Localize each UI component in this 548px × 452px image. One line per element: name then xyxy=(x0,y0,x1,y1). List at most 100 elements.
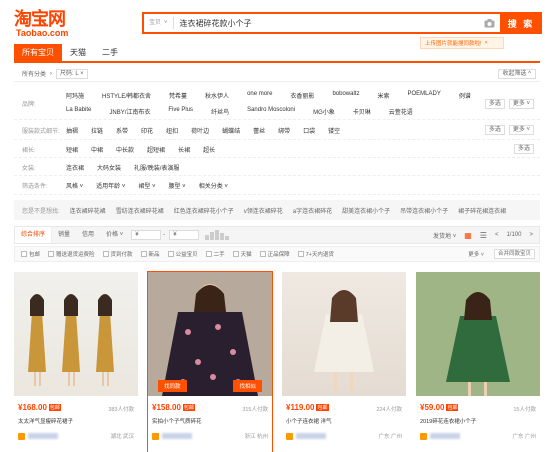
filter-option[interactable]: JNBY/江南布衣 xyxy=(109,107,150,116)
option-checkbox[interactable]: 二手 xyxy=(205,250,225,258)
filter-option[interactable]: 云萱花语 xyxy=(389,107,413,116)
filter-option[interactable]: 礼服/晚装/表演服 xyxy=(134,163,179,172)
product-image[interactable] xyxy=(282,272,406,396)
filter-option[interactable]: 超长 xyxy=(203,145,215,154)
filter-option[interactable]: 纽扣 xyxy=(166,126,178,135)
search-bar[interactable]: 宝贝 ˅ 连衣裙碎花款小个子 xyxy=(142,12,502,34)
price-from-input[interactable]: ¥ xyxy=(131,230,162,240)
filter-option[interactable]: 纤丝鸟 xyxy=(211,107,229,116)
shop-name[interactable] xyxy=(430,433,460,439)
product-title[interactable]: 小个子连衣裙 洋气 xyxy=(286,417,402,425)
filter-option[interactable]: 适用年龄 ˅ xyxy=(96,181,125,190)
taobao-logo[interactable]: 淘宝网 xyxy=(14,10,66,28)
multi-select-button[interactable]: 多选 xyxy=(484,98,505,109)
product-card[interactable]: 找同款 找相似 ¥158.00 包邮 315人付款 实拍小个子气质碎花 浙江 杭州 xyxy=(147,271,273,452)
more-button[interactable]: 更多 ˅ xyxy=(508,98,534,109)
product-image[interactable]: 找同款 找相似 xyxy=(148,272,272,396)
filter-option[interactable]: 腰型 ˅ xyxy=(169,181,186,190)
next-page-button[interactable]: > xyxy=(529,232,533,238)
sort-credit[interactable]: 信用 xyxy=(76,227,100,243)
more-button[interactable]: 更多 ˅ xyxy=(508,125,534,135)
related-search-link[interactable]: v领连衣裙碎花 xyxy=(244,206,283,215)
option-checkbox[interactable]: 新品 xyxy=(140,250,160,258)
filter-option[interactable]: 镂空 xyxy=(328,126,340,135)
filter-option[interactable]: 风格 ˅ xyxy=(66,181,83,190)
ship-from-select[interactable]: 发货地 ˅ xyxy=(433,231,456,240)
filter-option[interactable]: MG小象 xyxy=(313,107,335,116)
filter-option[interactable]: HSTYLE/韩都衣舍 xyxy=(102,91,151,100)
filter-option[interactable]: Sandro Moscoloni xyxy=(247,107,295,116)
find-same-button[interactable]: 找同款 xyxy=(158,380,187,392)
filter-option[interactable]: 系带 xyxy=(116,126,128,135)
filter-option[interactable]: 超短裙 xyxy=(147,145,165,154)
filter-option[interactable]: 长裙 xyxy=(178,145,190,154)
product-title[interactable]: 实拍小个子气质碎花 xyxy=(152,417,268,425)
filter-option[interactable]: 例谱 xyxy=(459,91,471,100)
product-title[interactable]: 太太洋气显瘦碎花裙子 xyxy=(18,417,134,425)
option-checkbox[interactable]: 正品保障 xyxy=(259,250,290,258)
filter-option[interactable]: 米索 xyxy=(377,91,389,100)
filter-option[interactable]: 抽褶 xyxy=(66,126,78,135)
product-card[interactable]: ¥59.00 包邮 15人付款 2019碎花连衣裙小个子 广东 广州 xyxy=(416,272,540,452)
list-view-icon[interactable]: ☰ xyxy=(480,231,487,240)
filter-option[interactable]: 蝴蝶结 xyxy=(222,126,240,135)
tab-secondhand[interactable]: 二手 xyxy=(94,44,126,62)
option-checkbox[interactable]: 货到付款 xyxy=(102,250,133,258)
sort-sales[interactable]: 销量 xyxy=(52,227,76,243)
product-image[interactable] xyxy=(416,272,540,396)
collapse-filters-button[interactable]: 收起筛选 ^ xyxy=(497,68,536,79)
filter-option[interactable]: 卡贝琳 xyxy=(353,107,371,116)
filter-option[interactable]: 短裙 xyxy=(66,145,78,154)
more-options-button[interactable]: 更多 ˅ xyxy=(468,250,484,258)
option-checkbox[interactable]: 天猫 xyxy=(232,250,252,258)
search-button[interactable]: 搜 索 xyxy=(500,12,542,34)
filter-option[interactable]: 蕾丝 xyxy=(253,126,265,135)
filter-option[interactable]: 秋水伊人 xyxy=(205,91,229,100)
compare-same-button[interactable]: 合并同款宝贝 xyxy=(493,249,535,259)
filter-option[interactable]: 大码女装 xyxy=(97,163,121,172)
filter-option[interactable]: La Babite xyxy=(66,107,91,116)
filter-option[interactable]: 绑带 xyxy=(278,126,290,135)
shop-name[interactable] xyxy=(28,433,58,439)
tab-all[interactable]: 所有宝贝 xyxy=(14,44,62,62)
breadcrumb-all[interactable]: 所有分类 xyxy=(22,69,46,78)
price-to-input[interactable]: ¥ xyxy=(169,230,200,240)
related-search-link[interactable]: 连衣裙碎花裙 xyxy=(70,206,106,215)
camera-icon[interactable] xyxy=(482,18,496,28)
grid-view-icon[interactable]: ▦ xyxy=(464,231,472,240)
related-search-link[interactable]: a字连衣裙碎花 xyxy=(293,206,332,215)
filter-option[interactable]: 中长款 xyxy=(116,145,134,154)
filter-option[interactable]: 裙型 ˅ xyxy=(138,181,155,190)
sort-price[interactable]: 价格 ˅ xyxy=(100,227,129,243)
prev-page-button[interactable]: < xyxy=(495,232,499,238)
related-search-link[interactable]: 甜美连衣裙小个子 xyxy=(342,206,390,215)
filter-option[interactable]: 印花 xyxy=(141,126,153,135)
related-search-link[interactable]: 裙子碎花裙连衣裙 xyxy=(458,206,506,215)
filter-option[interactable]: bobowaltz xyxy=(332,91,359,100)
shop-name[interactable] xyxy=(296,433,326,439)
search-category-select[interactable]: 宝贝 ˅ xyxy=(144,17,174,29)
product-card[interactable]: ¥119.00 包邮 224人付款 小个子连衣裙 洋气 广东 广州 xyxy=(282,272,406,452)
size-filter-chip[interactable]: 尺码: L × xyxy=(56,68,88,79)
product-image[interactable] xyxy=(14,272,138,396)
search-input[interactable]: 连衣裙碎花款小个子 xyxy=(174,18,482,29)
related-search-link[interactable]: 吊带连衣裙小个子 xyxy=(400,206,448,215)
tab-tmall[interactable]: 天猫 xyxy=(62,44,94,62)
filter-option[interactable]: 口袋 xyxy=(303,126,315,135)
related-search-link[interactable]: 雪纺连衣裙碎花裙 xyxy=(116,206,164,215)
filter-option[interactable]: 梵希蔓 xyxy=(169,91,187,100)
related-search-link[interactable]: 红色连衣裙碎花小个子 xyxy=(174,206,234,215)
product-card[interactable]: ¥168.00 包邮 383人付款 太太洋气显瘦碎花裙子 湖北 武汉 xyxy=(14,272,138,452)
option-checkbox[interactable]: 公益宝贝 xyxy=(167,250,198,258)
multi-select-button[interactable]: 多选 xyxy=(484,125,505,135)
option-checkbox[interactable]: 赠送退货运费险 xyxy=(48,250,95,258)
sort-default[interactable]: 综合排序 xyxy=(15,227,53,243)
filter-option[interactable]: 荷叶边 xyxy=(191,126,209,135)
find-similar-button[interactable]: 找相似 xyxy=(233,380,262,392)
filter-option[interactable]: 拉链 xyxy=(91,126,103,135)
filter-option[interactable]: one more xyxy=(247,91,272,100)
filter-option[interactable]: POEMLADY xyxy=(407,91,440,100)
product-title[interactable]: 2019碎花连衣裙小个子 xyxy=(420,417,536,425)
multi-select-button[interactable]: 多选 xyxy=(513,144,534,154)
option-checkbox[interactable]: 包邮 xyxy=(21,250,40,258)
